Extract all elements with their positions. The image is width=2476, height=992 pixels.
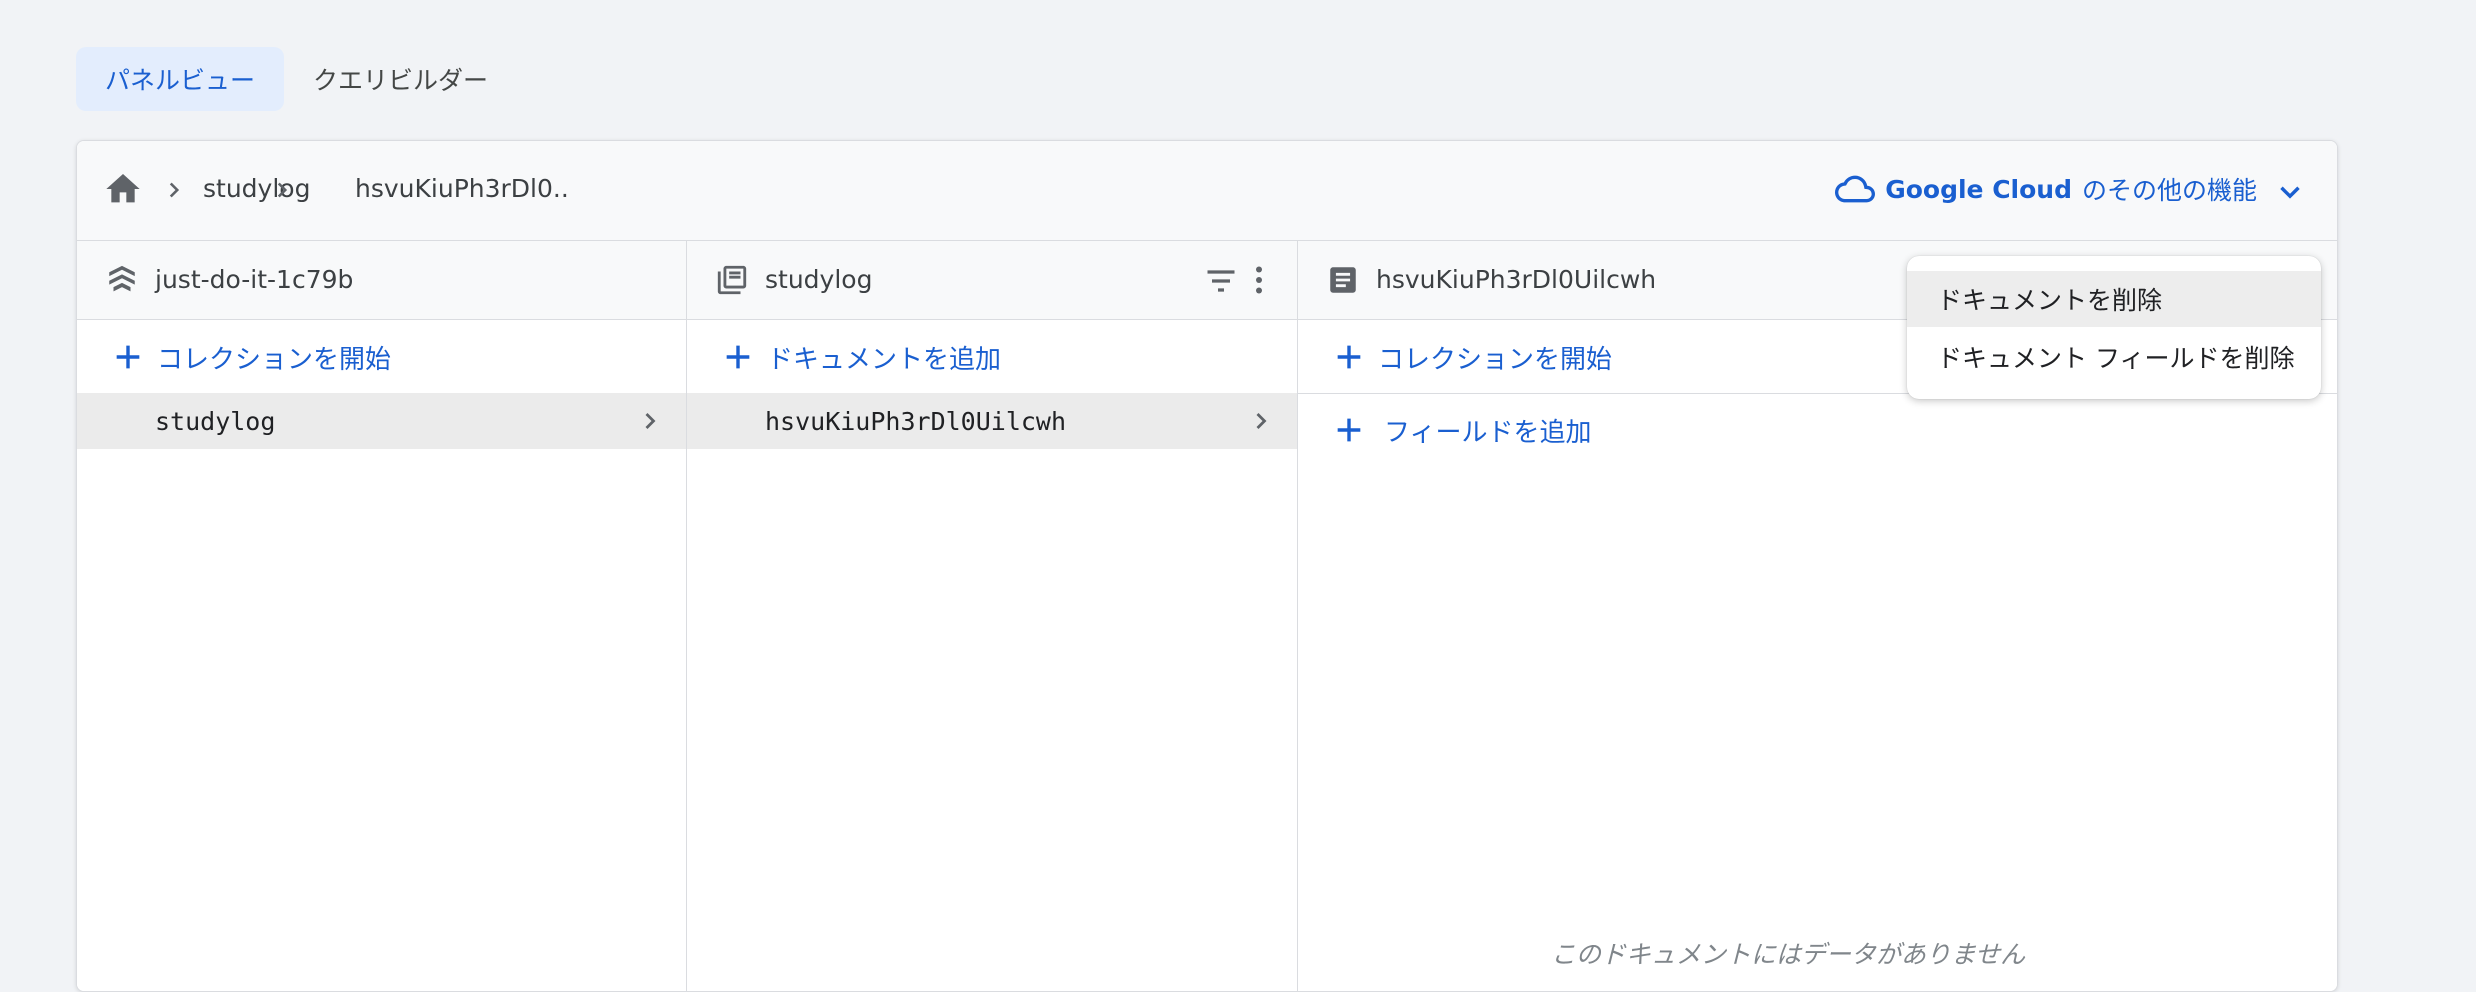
tab-panel-view[interactable]: パネルビュー [76,47,285,111]
view-tabs: パネルビュー クエリビルダー [76,47,517,111]
plus-icon [726,345,750,369]
collection-icon [717,265,747,295]
chevron-right-icon [169,182,180,198]
tab-query-builder[interactable]: クエリビルダー [284,47,517,111]
delete-document-menu-item[interactable]: ドキュメントを削除 [1907,271,2321,327]
document-list-item[interactable]: hsvuKiuPh3rDl0Uilcwh [687,393,1297,449]
chevron-right-icon [277,182,288,198]
google-cloud-suffix: のその他の機能 [2081,176,2257,205]
plus-icon [1337,345,1361,369]
home-icon[interactable] [103,169,143,209]
document-context-menu: ドキュメントを削除 ドキュメント フィールドを削除 [1907,256,2321,399]
start-collection-button[interactable]: コレクションを開始 [77,321,686,393]
add-document-label: ドキュメントを追加 [767,344,1002,375]
chevron-right-icon [1256,413,1267,429]
document-title: hsvuKiuPh3rDl0Uilcwh [1376,265,1657,294]
plus-icon [116,345,140,369]
cloud-icon [1835,175,1876,203]
breadcrumb-bar: studylog hsvuKiuPh3rDl0.. Google Cloud の… [77,141,2337,241]
database-title: just-do-it-1c79b [155,265,354,294]
start-collection-label: コレクションを開始 [157,344,392,375]
document-id: hsvuKiuPh3rDl0Uilcwh [765,406,1067,436]
collection-list-item[interactable]: studylog [77,393,686,449]
filter-icon[interactable] [1203,263,1239,299]
plus-icon [1337,418,1361,442]
breadcrumb-item-document[interactable]: hsvuKiuPh3rDl0.. [355,171,569,207]
firestore-icon [109,265,135,292]
collection-column: studylog ドキュメントを追加 hsvuKiuPh3rDl0Uilcwh [687,241,1298,991]
add-field-label: フィールドを追加 [1384,417,1592,448]
database-column: just-do-it-1c79b コレクションを開始 studylog [77,241,687,991]
add-document-button[interactable]: ドキュメントを追加 [687,321,1297,393]
more-vert-icon[interactable] [1241,261,1277,299]
google-cloud-brand: Google Cloud [1885,174,2072,204]
chevron-right-icon [645,413,656,429]
delete-document-fields-menu-item[interactable]: ドキュメント フィールドを削除 [1907,329,2321,385]
add-field-button[interactable]: フィールドを追加 [1298,394,2337,466]
collection-title: studylog [765,265,873,294]
database-column-header: just-do-it-1c79b [77,241,686,320]
document-icon [1330,267,1356,293]
start-subcollection-label: コレクションを開始 [1378,344,1613,375]
google-cloud-more-features-link[interactable]: Google Cloud のその他の機能 [1835,169,2257,209]
empty-document-message: このドキュメントにはデータがありません [1550,940,2026,969]
chevron-down-icon[interactable] [2273,175,2307,209]
collection-column-header: studylog [687,241,1297,320]
collection-name: studylog [155,406,276,436]
